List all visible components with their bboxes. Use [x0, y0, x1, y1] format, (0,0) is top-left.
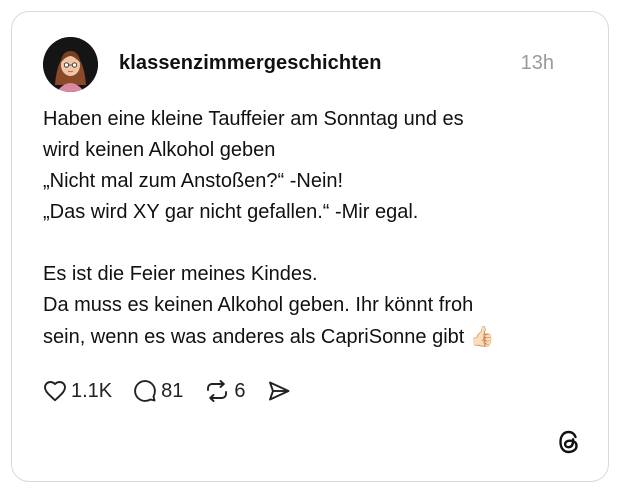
post-text-line-content: sein, wenn es was anderes als CapriSonne…: [43, 326, 465, 348]
share-button[interactable]: [267, 379, 291, 403]
post-text: Haben eine kleine Tauffeier am Sonntag u…: [43, 104, 583, 353]
post-text-line: sein, wenn es was anderes als CapriSonne…: [43, 321, 583, 353]
like-count: 1.1K: [71, 379, 113, 402]
username[interactable]: klassenzimmergeschichten: [119, 52, 382, 75]
send-arrow-icon: [267, 379, 291, 403]
post-text-line: Da muss es keinen Alkohol geben. Ihr kön…: [43, 294, 474, 316]
reply-count: 81: [161, 379, 184, 402]
like-button[interactable]: 1.1K: [43, 380, 112, 403]
repost-arrows-icon: [204, 379, 230, 403]
post-text-line: „Nicht mal zum Anstoßen?“ -Nein!: [43, 170, 344, 192]
threads-logo[interactable]: [556, 429, 582, 455]
repost-button[interactable]: 6: [204, 379, 246, 403]
post-card: klassenzimmergeschichten 13h Haben eine …: [11, 11, 609, 482]
post-actions: 1.1K 81 6: [43, 376, 312, 406]
comment-bubble-icon: [133, 379, 157, 403]
heart-icon: [43, 380, 67, 402]
post-text-line: Es ist die Feier meines Kindes.: [43, 263, 318, 285]
reply-button[interactable]: 81: [133, 379, 183, 403]
repost-count: 6: [234, 379, 246, 402]
post-timestamp: 13h: [520, 52, 554, 74]
post-text-line: „Das wird XY gar nicht gefallen.“ -Mir e…: [43, 201, 419, 223]
avatar[interactable]: [43, 37, 98, 92]
thumbs-up-emoji: 👍🏻: [469, 324, 495, 348]
post-text-line: wird keinen Alkohol geben: [43, 139, 276, 161]
post-text-line: Haben eine kleine Tauffeier am Sonntag u…: [43, 108, 464, 130]
